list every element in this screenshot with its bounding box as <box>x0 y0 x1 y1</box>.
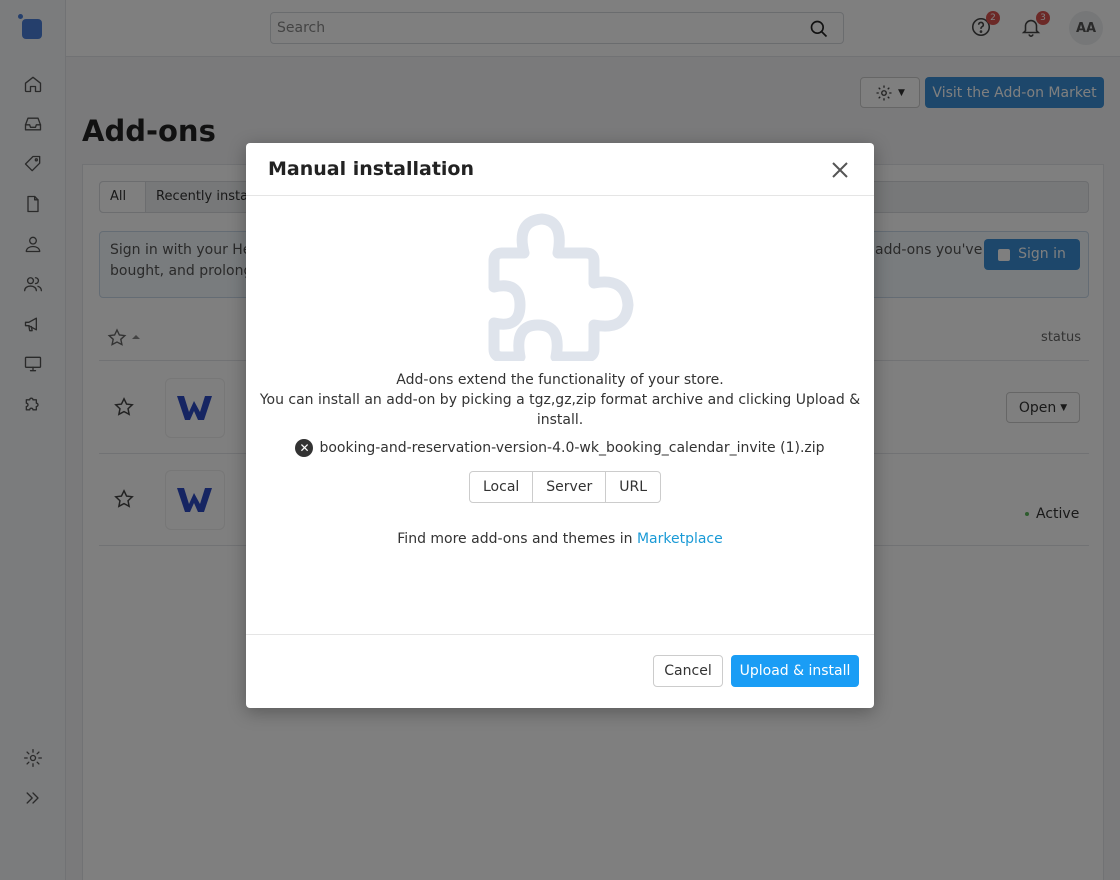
upload-install-button[interactable]: Upload & install <box>731 655 859 687</box>
description-line1: Add-ons extend the functionality of your… <box>396 372 724 388</box>
dialog-body: Add-ons extend the functionality of your… <box>246 197 874 634</box>
cancel-button[interactable]: Cancel <box>653 655 723 687</box>
dialog-footer: Cancel Upload & install <box>246 634 874 708</box>
file-name: booking-and-reservation-version-4.0-wk_b… <box>319 440 825 456</box>
source-server-button[interactable]: Server <box>533 472 607 502</box>
manual-installation-dialog: Manual installation Add-ons extend the f… <box>246 143 874 708</box>
selected-file: ✕ booking-and-reservation-version-4.0-wk_… <box>246 439 874 457</box>
close-button[interactable] <box>828 158 852 182</box>
description-line2: You can install an add-on by picking a t… <box>259 392 861 428</box>
source-url-button[interactable]: URL <box>606 472 660 502</box>
dialog-description: Add-ons extend the functionality of your… <box>246 370 874 430</box>
source-selector: Local Server URL <box>469 471 661 503</box>
remove-file-icon[interactable]: ✕ <box>295 439 314 457</box>
dialog-title: Manual installation <box>268 158 475 180</box>
source-local-button[interactable]: Local <box>470 472 534 502</box>
marketplace-hint: Find more add-ons and themes in Marketpl… <box>246 531 874 547</box>
marketplace-hint-text: Find more add-ons and themes in <box>397 531 637 547</box>
marketplace-link[interactable]: Marketplace <box>637 531 723 547</box>
close-icon <box>832 162 848 178</box>
puzzle-icon <box>488 213 634 361</box>
dialog-header: Manual installation <box>246 143 874 196</box>
